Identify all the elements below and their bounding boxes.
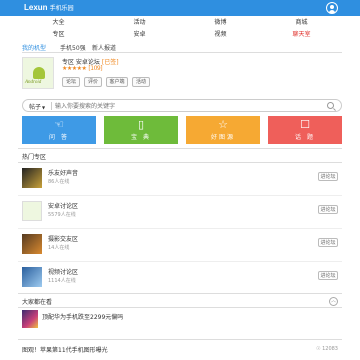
view-count: ☉ 12083 [316,346,338,352]
forum-name: 乐友好声音 [48,170,79,177]
android-logo[interactable]: Android [22,57,54,89]
forum-thumbnail [22,201,42,221]
activity-button[interactable]: 活动 [132,77,150,87]
rating-stars: ★★★★★ [109] [62,65,103,72]
search-type-select[interactable]: 帖子▼ [29,102,45,111]
collapse-icon[interactable]: ︿ [329,297,338,306]
nav-item-weibo[interactable]: 微博 [180,17,261,29]
tile-topics[interactable]: ☐ 话 题 [268,116,342,144]
divider [18,162,342,163]
tab-newcomers[interactable]: 新人报道 [92,43,116,52]
search-icon[interactable] [327,102,334,109]
divider [18,148,342,149]
watching-section-title: 大家都在看 [22,299,53,306]
main-nav: 大全 活动 微博 商城 专区 安卓 视频 聊天室 [18,17,342,41]
enter-forum-button[interactable]: 进论坛 [318,238,338,247]
android-bot-icon [33,67,45,79]
search-bar: 帖子▼ [22,99,342,112]
online-count: 86人在线 [48,179,70,185]
tile-qa-label: 问 答 [49,134,69,141]
brand-name: Lexun [24,3,48,12]
star-icon: ☆ [218,118,228,131]
nav-item-zone[interactable]: 专区 [18,29,99,41]
tile-guide-label: 宝 典 [131,134,151,141]
tile-pictures[interactable]: ☆ 好图源 [186,116,260,144]
list-item[interactable]: 视频讨论区 1114人在线 进论坛 [18,264,342,296]
sign-status: [已签] [101,59,119,66]
forum-card: Android 专区 安卓论坛 [已签] ★★★★★ [109] 论坛 评价 客户端… [22,56,342,92]
android-logo-text: Android [25,80,42,85]
caret-down-icon: ▼ [42,105,46,110]
news-thumbnail[interactable] [22,310,38,328]
forum-thumbnail [22,234,42,254]
tile-qa[interactable]: ☜ 问 答 [22,116,96,144]
tab-top50[interactable]: 手机50强 [60,43,86,52]
top-bar: Lexun 手机乐园 [0,0,360,16]
enter-forum-button[interactable]: 进论坛 [318,205,338,214]
nav-item-android[interactable]: 安卓 [99,29,180,41]
forum-thumbnail [22,267,42,287]
enter-forum-button[interactable]: 进论坛 [318,172,338,181]
list-item[interactable]: 安卓讨论区 5579人在线 进论坛 [18,198,342,230]
stars-text: ★★★★★ [62,65,87,72]
chat-icon: ☐ [300,118,310,131]
hand-icon: ☜ [54,118,64,131]
list-item[interactable]: 摄影交友区 14人在线 进论坛 [18,231,342,263]
divider [18,339,342,340]
search-input[interactable] [55,101,315,111]
hot-section-title: 热门专区 [22,154,47,161]
tab-my-model[interactable]: 我的机型 [22,43,46,52]
divider [18,261,342,262]
nav-item-mall[interactable]: 商城 [261,17,342,29]
tile-guide[interactable]: ▯ 宝 典 [104,116,178,144]
nav-item-daquan[interactable]: 大全 [18,17,99,29]
nav-item-video[interactable]: 视频 [180,29,261,41]
forum-thumbnail [22,168,42,188]
divider [18,195,342,196]
news-title[interactable]: 顶配华为手机跌至2299元偏吗 [42,312,123,321]
online-count: 1114人在线 [48,278,76,284]
review-button[interactable]: 评价 [84,77,102,87]
online-count: 5579人在线 [48,212,76,218]
brand-subtitle: 手机乐园 [49,6,74,12]
rating-count: [109] [88,65,103,72]
user-icon[interactable] [326,2,338,14]
list-item[interactable]: 乐友好声音 86人在线 进论坛 [18,165,342,197]
enter-forum-button[interactable]: 进论坛 [318,271,338,280]
search-divider [51,102,52,110]
tab-bar: 我的机型 手机50强 新人报道 [22,41,342,53]
divider [18,293,342,294]
forum-name: 视频讨论区 [48,269,79,276]
forum-button[interactable]: 论坛 [62,77,80,87]
divider [18,228,342,229]
news-title[interactable]: 图观！苹果第11代手机图形曝光 [22,345,108,354]
search-type-label: 帖子 [29,104,42,111]
divider [18,307,342,308]
online-count: 14人在线 [48,245,70,251]
client-button[interactable]: 客户端 [106,77,128,87]
nav-item-chatroom[interactable]: 聊天室 [261,29,342,41]
book-icon: ▯ [137,118,145,131]
nav-item-events[interactable]: 活动 [99,17,180,29]
forum-name: 安卓讨论区 [48,203,79,210]
forum-name: 摄影交友区 [48,236,79,243]
brand-logo[interactable]: Lexun 手机乐园 [24,3,74,12]
tile-pictures-label: 好图源 [210,134,235,141]
tile-topics-label: 话 题 [295,134,315,141]
